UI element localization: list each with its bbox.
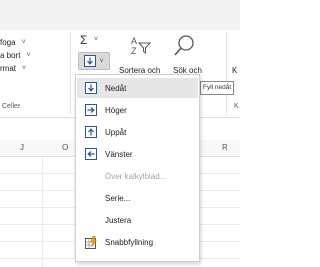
fill-down-tooltip: Fyll nedåt	[200, 81, 235, 95]
truncated-group-label: K	[234, 103, 239, 110]
autosum-icon[interactable]: Σ	[80, 33, 87, 47]
fill-right-icon	[84, 103, 98, 117]
fill-dropdown-menu: Nedåt Höger Uppåt Vänster Över kalkylbla…	[75, 74, 200, 262]
truncated-ribbon-label: K	[232, 66, 238, 75]
fill-left-icon	[84, 147, 98, 161]
chevron-down-icon: ˅	[99, 57, 104, 65]
format-cells-button[interactable]: rmat ˅	[0, 62, 31, 75]
search-icon[interactable]	[173, 34, 195, 60]
flash-fill-icon	[84, 235, 98, 249]
column-header[interactable]: O	[62, 143, 68, 152]
menu-item-label: Uppåt	[105, 127, 127, 137]
chevron-down-icon[interactable]: ˅	[26, 49, 30, 62]
title-bar	[0, 0, 240, 30]
chevron-down-icon[interactable]: ˅	[22, 62, 26, 75]
group-separator	[226, 32, 227, 114]
menu-item-label: Justera	[105, 215, 132, 225]
fill-button[interactable]: ˅	[78, 52, 110, 70]
delete-cells-button[interactable]: a bort ˅	[0, 49, 31, 62]
cells-group-label: Celler	[2, 103, 21, 110]
chevron-down-icon[interactable]: ˅	[22, 36, 26, 49]
menu-item-label: Över kalkylblad...	[105, 171, 167, 181]
fill-up-icon	[84, 125, 98, 139]
menu-item-flash-fill[interactable]: Snabbfyllning	[77, 232, 198, 252]
menu-item-justify[interactable]: Justera	[77, 210, 198, 230]
sort-filter-icon[interactable]: A Z	[129, 34, 151, 56]
insert-cells-button[interactable]: foga ˅	[0, 36, 31, 49]
format-cells-label: rmat	[0, 64, 16, 73]
fill-down-icon	[84, 55, 97, 67]
menu-item-fill-down[interactable]: Nedåt	[77, 78, 198, 98]
column-header[interactable]: R	[222, 143, 228, 152]
menu-item-label: Vänster	[105, 149, 133, 159]
column-header[interactable]: J	[20, 143, 24, 152]
menu-item-label: Snabbfyllning	[105, 237, 154, 247]
menu-item-fill-up[interactable]: Uppåt	[77, 122, 198, 142]
group-separator	[70, 32, 71, 114]
menu-item-label: Nedåt	[105, 83, 127, 93]
menu-item-across-worksheets[interactable]: Över kalkylblad...	[77, 166, 198, 186]
menu-item-label: Serie...	[105, 193, 131, 203]
menu-item-fill-right[interactable]: Höger	[77, 100, 198, 120]
chevron-down-icon[interactable]: ˅	[94, 36, 98, 43]
menu-item-label: Höger	[105, 105, 127, 115]
delete-cells-label: a bort	[0, 51, 21, 60]
menu-item-series[interactable]: Serie...	[77, 188, 198, 208]
cells-group: foga ˅ a bort ˅ rmat ˅	[0, 36, 31, 75]
svg-text:A: A	[131, 36, 137, 46]
fill-down-icon	[84, 81, 98, 95]
menu-item-fill-left[interactable]: Vänster	[77, 144, 198, 164]
insert-cells-label: foga	[0, 38, 16, 47]
svg-text:Z: Z	[131, 46, 137, 56]
